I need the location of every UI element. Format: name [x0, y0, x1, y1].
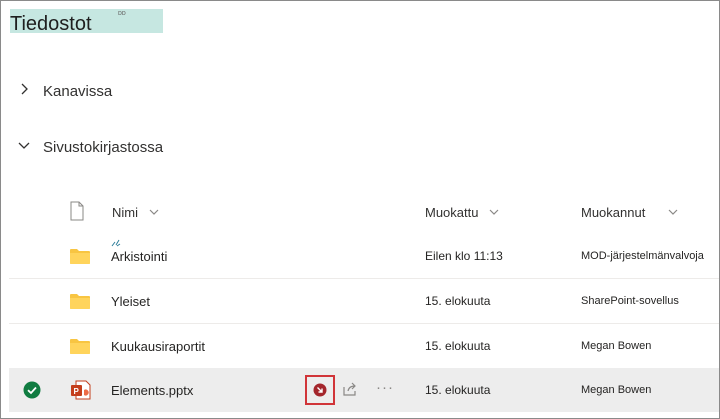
file-name-link[interactable]: Yleiset: [111, 279, 150, 323]
modified-by: SharePoint-sovellus: [581, 295, 679, 307]
table-row[interactable]: Kuukausiraportit 15. elokuuta Megan Bowe…: [9, 324, 719, 369]
files-panel: ᴅᴅ Tiedostot Kanavissa Sivustokirjastoss…: [0, 0, 720, 419]
column-header-label: Nimi: [112, 204, 138, 220]
table-row[interactable]: Arkistointi Eilen klo 11:13 MOD-järjeste…: [9, 234, 719, 279]
column-header-label: Muokattu: [425, 204, 479, 220]
folder-icon: [69, 279, 91, 323]
section-label: Sivustokirjastossa: [43, 138, 164, 156]
modified-by: MOD-järjestelmänvalvoja: [581, 250, 704, 262]
column-header-modified-by[interactable]: Muokannut: [581, 197, 679, 227]
column-header-modified[interactable]: Muokattu: [425, 197, 500, 227]
modified-date: 15. elokuuta: [425, 294, 491, 308]
section-label: Kanavissa: [43, 82, 113, 100]
section-sivustokirjastossa[interactable]: Sivustokirjastossa: [17, 135, 163, 159]
powerpoint-file-icon: P: [69, 368, 91, 412]
svg-text:P: P: [74, 387, 80, 396]
checkmark-icon[interactable]: [23, 368, 41, 412]
folder-icon: [69, 234, 91, 278]
modified-date: 15. elokuuta: [425, 339, 491, 353]
chevron-down-icon: [148, 206, 160, 218]
modified-date: Eilen klo 11:13: [425, 249, 503, 263]
file-name-link[interactable]: Arkistointi: [111, 234, 167, 278]
modified-by: Megan Bowen: [581, 340, 652, 352]
file-name-link[interactable]: Elements.pptx: [111, 368, 193, 412]
file-name-link[interactable]: Kuukausiraportit: [111, 324, 205, 368]
title-annotation-mark: ᴅᴅ: [118, 10, 126, 17]
column-header-label: Muokannut: [581, 204, 646, 220]
column-header-name[interactable]: Nimi: [112, 197, 160, 227]
modified-date: 15. elokuuta: [425, 383, 491, 397]
chevron-down-icon: [488, 206, 500, 218]
more-options-icon[interactable]: ···: [376, 379, 394, 396]
chevron-down-icon: [17, 138, 43, 156]
open-file-action-button[interactable]: [305, 375, 335, 405]
section-kanavissa[interactable]: Kanavissa: [17, 79, 112, 103]
share-icon[interactable]: [341, 380, 359, 403]
table-row-selected[interactable]: P Elements.pptx ··· 15. elokuuta Megan B…: [9, 368, 719, 412]
chevron-right-icon: [17, 82, 43, 100]
chevron-down-icon: [667, 206, 679, 218]
modified-by: Megan Bowen: [581, 384, 652, 396]
page-title: Tiedostot: [10, 13, 92, 35]
arrow-down-right-circle-icon: [313, 383, 327, 397]
table-row[interactable]: Yleiset 15. elokuuta SharePoint-sovellus: [9, 279, 719, 324]
folder-icon: [69, 324, 91, 368]
file-type-header-icon[interactable]: [69, 201, 85, 221]
